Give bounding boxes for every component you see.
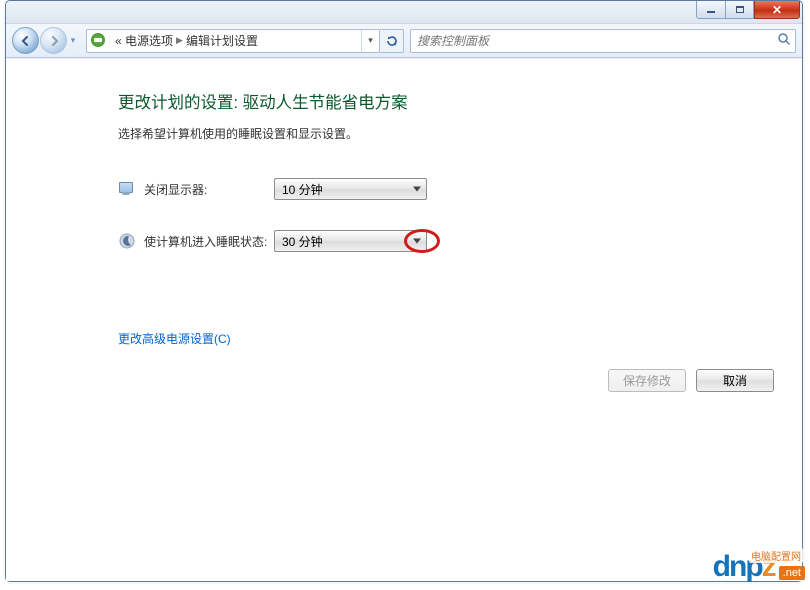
sleep-value: 30 分钟 [282, 233, 323, 250]
chevron-down-icon [413, 239, 421, 244]
search-box[interactable] [410, 29, 796, 53]
breadcrumb-item-edit[interactable]: 编辑计划设置 [186, 32, 258, 49]
maximize-button[interactable] [725, 1, 754, 19]
nav-row: ▾ « 电源选项 ▶ 编辑计划设置 ▾ [6, 24, 802, 58]
forward-button[interactable] [40, 27, 67, 54]
back-arrow-icon [20, 35, 32, 47]
close-icon: ✕ [772, 3, 782, 17]
advanced-settings-link[interactable]: 更改高级电源设置(C) [118, 330, 231, 347]
search-icon[interactable] [773, 32, 795, 49]
back-button[interactable] [12, 27, 39, 54]
history-dropdown[interactable]: ▾ [66, 33, 80, 49]
watermark-tld: .net [779, 566, 805, 580]
display-off-value: 10 分钟 [282, 181, 323, 198]
row-display-off: 关闭显示器: 10 分钟 [118, 178, 802, 200]
content-area: 更改计划的设置: 驱动人生节能省电方案 选择希望计算机使用的睡眠设置和显示设置。… [6, 58, 802, 581]
forward-arrow-icon [48, 35, 60, 47]
search-input[interactable] [411, 34, 773, 48]
page-title: 更改计划的设置: 驱动人生节能省电方案 [118, 89, 802, 113]
button-row: 保存修改 取消 [608, 369, 774, 392]
refresh-button[interactable] [380, 29, 404, 53]
row-sleep: 使计算机进入睡眠状态: 30 分钟 [118, 230, 802, 252]
cancel-button[interactable]: 取消 [696, 369, 774, 392]
address-bar[interactable]: « 电源选项 ▶ 编辑计划设置 ▾ [86, 29, 380, 53]
watermark-cn: 电脑配置网 [749, 548, 803, 563]
moon-icon [118, 232, 136, 250]
breadcrumb-prefix: « [115, 34, 122, 48]
chevron-down-icon [413, 187, 421, 192]
watermark: 电脑配置网 dnpz .net [713, 550, 805, 584]
breadcrumb: « 电源选项 ▶ 编辑计划设置 [111, 30, 262, 52]
refresh-icon [385, 34, 399, 48]
close-button[interactable]: ✕ [754, 1, 800, 19]
sleep-dropdown[interactable]: 30 分钟 [274, 230, 427, 252]
sleep-label: 使计算机进入睡眠状态: [144, 233, 274, 250]
nav-history: ▾ [12, 27, 80, 54]
page-description: 选择希望计算机使用的睡眠设置和显示设置。 [118, 125, 802, 142]
titlebar: ✕ [6, 1, 802, 24]
maximize-icon [736, 6, 744, 13]
minimize-icon [707, 11, 715, 13]
power-options-icon [91, 33, 107, 49]
chevron-right-icon: ▶ [176, 35, 183, 46]
address-dropdown[interactable]: ▾ [361, 30, 379, 52]
watermark-brand-left: dn [713, 550, 746, 583]
minimize-button[interactable] [696, 1, 725, 19]
monitor-icon [118, 180, 136, 198]
display-off-label: 关闭显示器: [144, 181, 274, 198]
annotation-circle [404, 229, 440, 253]
display-off-dropdown[interactable]: 10 分钟 [274, 178, 427, 200]
window-frame: ✕ ▾ « 电源选项 ▶ 编辑计划设置 [5, 0, 803, 582]
window-buttons: ✕ [696, 1, 800, 21]
breadcrumb-item-power[interactable]: 电源选项 [125, 32, 173, 49]
save-button: 保存修改 [608, 369, 686, 392]
